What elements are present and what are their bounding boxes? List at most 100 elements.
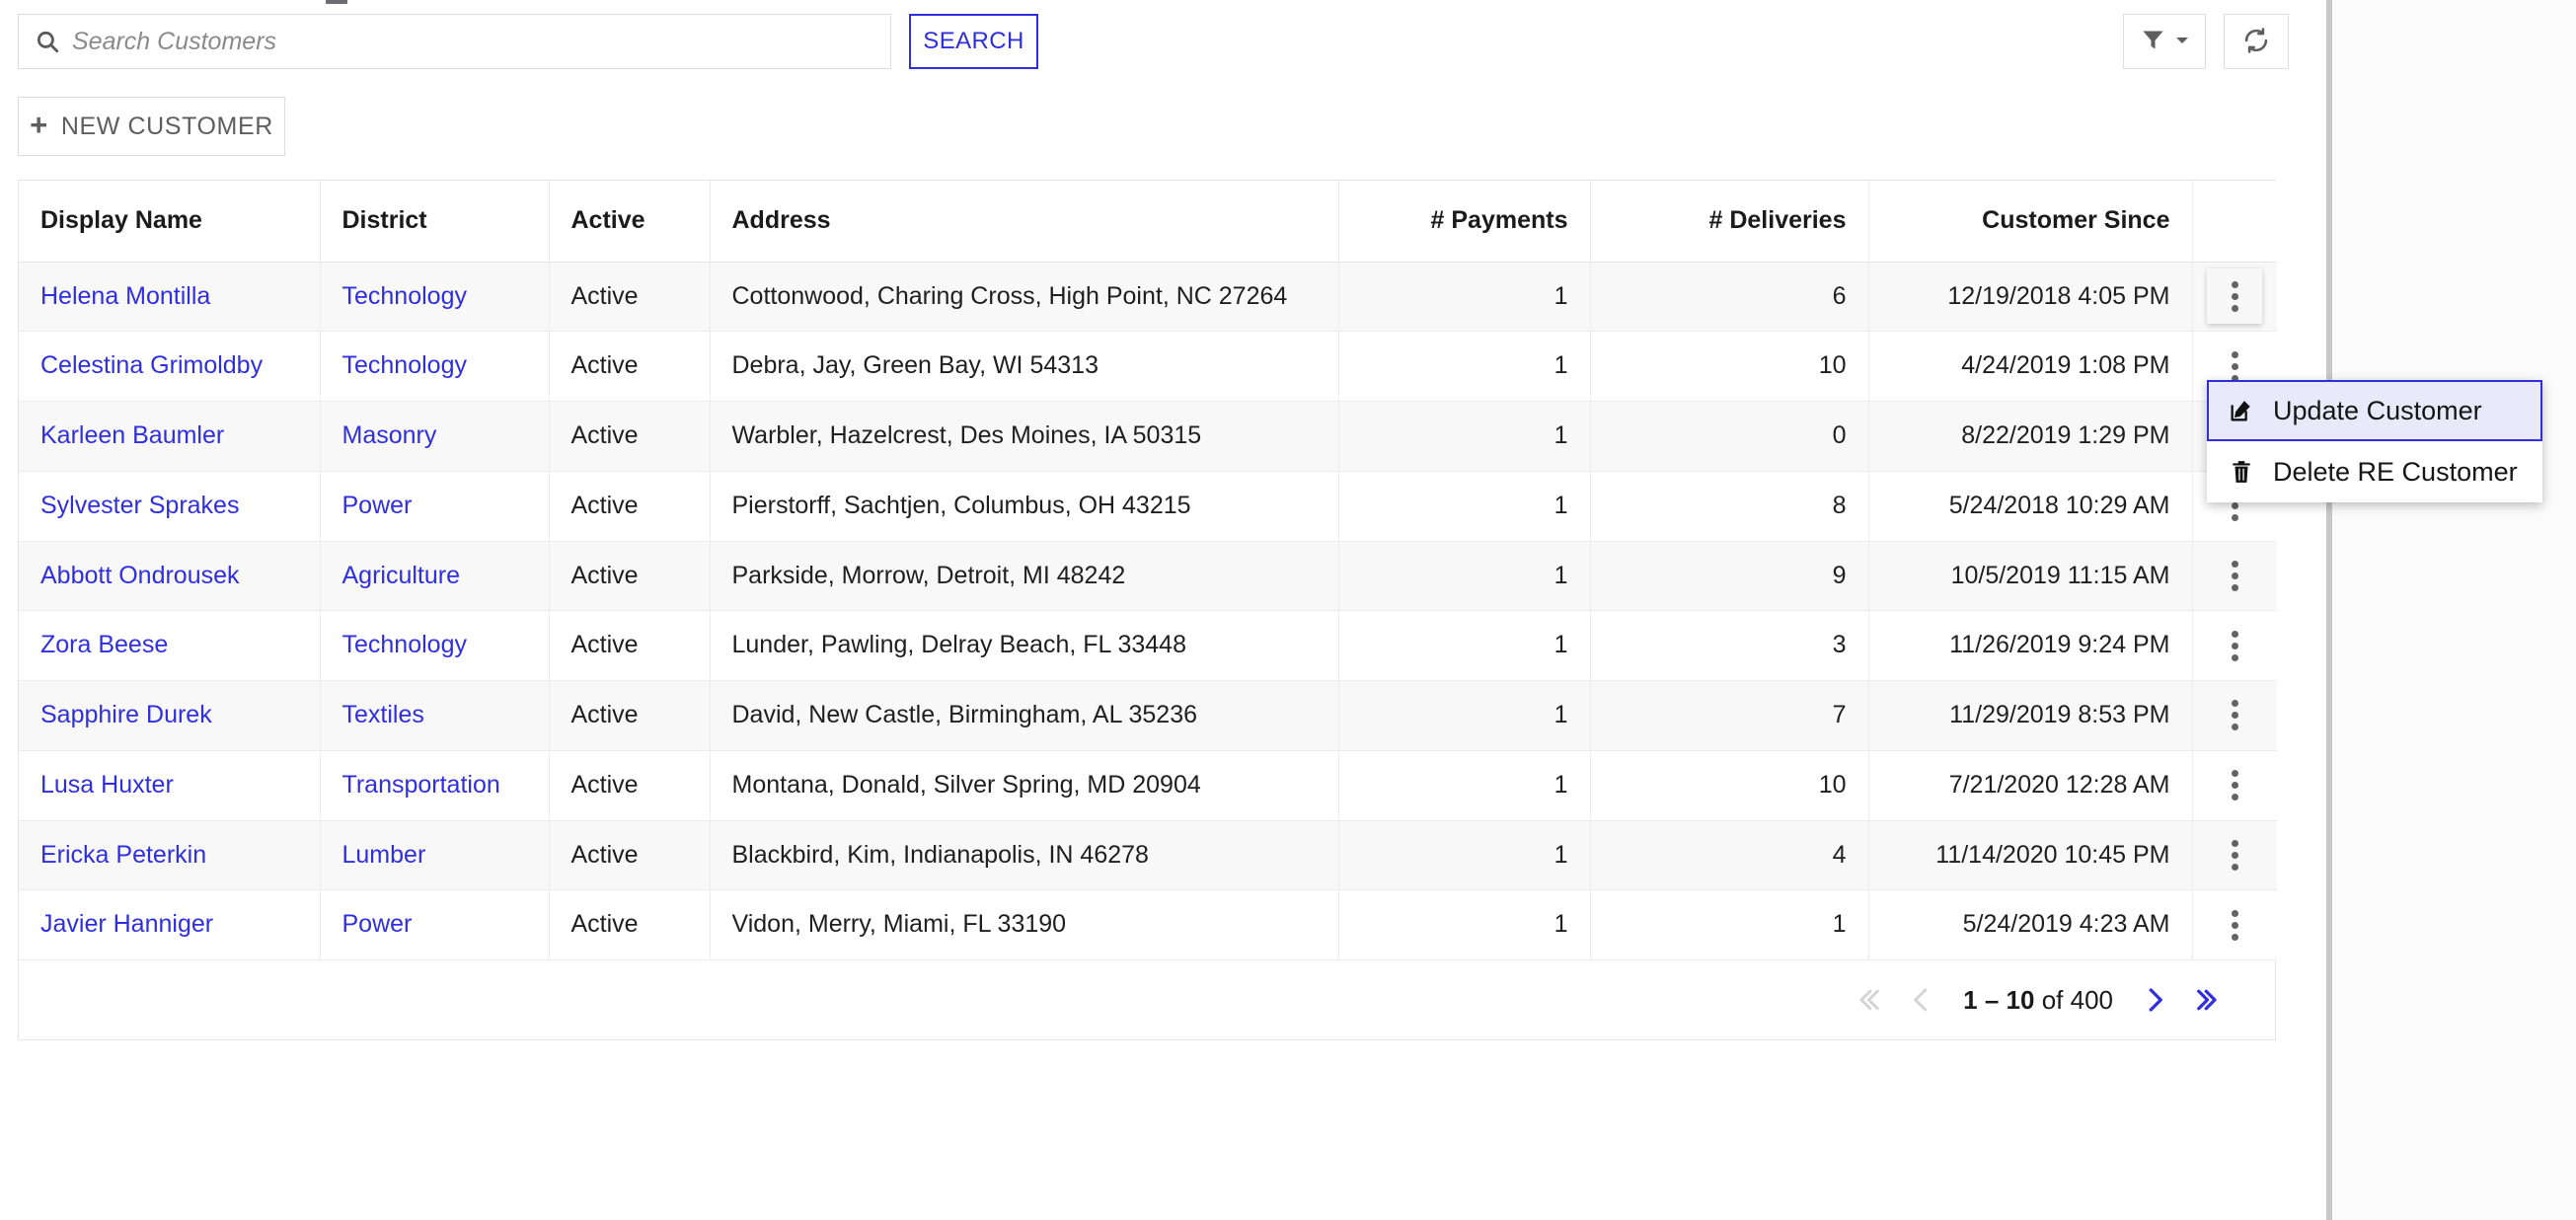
cell-deliveries: 6 [1590,262,1869,333]
district-link[interactable]: Technology [342,631,467,658]
customer-name-link[interactable]: Zora Beese [40,631,168,658]
page-range-label: 1 – 10 of 400 [1963,984,2113,1015]
row-menu-button[interactable] [2207,618,2262,673]
row-menu-button[interactable] [2207,827,2262,882]
filter-button[interactable] [2123,14,2206,69]
cell-district: Technology [320,610,550,681]
page-scrollbar-thumb[interactable] [2326,0,2332,1220]
cell-payments: 1 [1338,331,1591,402]
previous-page-button[interactable] [1894,972,1949,1028]
column-header-active[interactable]: Active [549,181,711,263]
column-header-district[interactable]: District [320,181,550,263]
cell-actions [2192,889,2277,960]
cell-active: Active [549,541,711,612]
edit-pencil-icon [2227,396,2256,425]
row-menu-button[interactable] [2207,758,2262,813]
customers-table: Display Name District Active Address # P… [19,181,2277,960]
chevron-down-icon [2174,33,2190,51]
cell-customer-since: 11/26/2019 9:24 PM [1868,610,2193,681]
cell-display-name: Helena Montilla [19,262,321,333]
menu-item-update-customer[interactable]: Update Customer [2207,380,2542,441]
customer-name-link[interactable]: Abbott Ondrousek [40,562,240,589]
customers-table-container: Display Name District Active Address # P… [18,180,2277,1040]
district-link[interactable]: Lumber [342,841,426,869]
cell-active: Active [549,889,711,960]
row-menu-button[interactable] [2207,688,2262,743]
district-link[interactable]: Textiles [342,701,424,728]
row-menu-button[interactable] [2207,897,2262,953]
customer-name-link[interactable]: Helena Montilla [40,282,210,310]
double-chevron-right-icon [2197,989,2217,1011]
district-link[interactable]: Transportation [342,771,500,799]
cell-display-name: Celestina Grimoldby [19,331,321,402]
district-link[interactable]: Agriculture [342,562,461,589]
kebab-dot [2231,350,2238,358]
kebab-dot [2231,794,2238,801]
cell-actions [2192,680,2277,751]
table-row[interactable]: Javier Hanniger Power Active Vidon, Merry, … [19,889,2277,960]
table-row[interactable]: Sylvester Sprakes Power Active Pierstorff, … [19,471,2277,542]
customer-name-link[interactable]: Ericka Peterkin [40,841,206,869]
cell-payments: 1 [1338,680,1591,751]
menu-item-delete-re-customer[interactable]: Delete RE Customer [2207,441,2542,502]
table-row[interactable]: Abbott Ondrousek Agriculture Active Parksid… [19,541,2277,612]
table-row[interactable]: Zora Beese Technology Active Lunder, Pawlin… [19,610,2277,681]
next-page-button[interactable] [2127,972,2182,1028]
cell-district: Agriculture [320,541,550,612]
cell-payments: 1 [1338,262,1591,333]
cell-deliveries: 1 [1590,889,1869,960]
cell-customer-since: 10/5/2019 11:15 AM [1868,541,2193,612]
paginator: 1 – 10 of 400 [19,960,2275,1039]
kebab-dot [2231,851,2238,859]
search-button[interactable]: SEARCH [909,14,1038,69]
search-input[interactable] [72,27,874,56]
first-page-button[interactable] [1839,972,1894,1028]
customer-name-link[interactable]: Javier Hanniger [40,910,213,938]
kebab-dot [2231,712,2238,720]
trash-icon [2227,457,2256,487]
row-menu-button[interactable] [2207,548,2262,603]
column-header-customer-since[interactable]: Customer Since [1868,181,2193,263]
cell-deliveries: 0 [1590,401,1869,472]
kebab-dot [2231,502,2238,510]
district-link[interactable]: Technology [342,351,467,379]
new-customer-button[interactable]: + NEW CUSTOMER [18,97,285,156]
search-field[interactable] [18,14,891,69]
kebab-dot [2231,921,2238,929]
customer-name-link[interactable]: Sapphire Durek [40,701,212,728]
customer-name-link[interactable]: Karleen Baumler [40,421,224,449]
table-row[interactable]: Ericka Peterkin Lumber Active Blackbird, Ki… [19,820,2277,891]
cell-district: Lumber [320,820,550,891]
column-header-address[interactable]: Address [710,181,1339,263]
district-link[interactable]: Technology [342,282,467,310]
kebab-dot [2231,933,2238,941]
kebab-dot [2231,700,2238,708]
customer-name-link[interactable]: Celestina Grimoldby [40,351,263,379]
cell-address: Cottonwood, Charing Cross, High Point, N… [710,262,1339,333]
column-header-display-name[interactable]: Display Name [19,181,321,263]
cell-active: Active [549,401,711,472]
column-header-payments[interactable]: # Payments [1338,181,1591,263]
customer-name-link[interactable]: Sylvester Sprakes [40,492,239,519]
cell-district: Textiles [320,680,550,751]
district-link[interactable]: Power [342,910,413,938]
table-row[interactable]: Helena Montilla Technology Active Cottonwoo… [19,262,2277,333]
last-page-button[interactable] [2182,972,2237,1028]
new-customer-row: + NEW CUSTOMER [18,97,2295,160]
filter-funnel-icon [2140,27,2166,56]
district-link[interactable]: Masonry [342,421,437,449]
table-row[interactable]: Celestina Grimoldby Technology Active Debra… [19,331,2277,402]
table-row[interactable]: Lusa Huxter Transportation Active Montana, … [19,750,2277,821]
cell-active: Active [549,262,711,333]
customer-name-link[interactable]: Lusa Huxter [40,771,174,799]
cell-actions [2192,750,2277,821]
column-header-deliveries[interactable]: # Deliveries [1590,181,1869,263]
table-row[interactable]: Karleen Baumler Masonry Active Warbler, Haz… [19,401,2277,472]
refresh-button[interactable] [2224,14,2289,69]
cell-payments: 1 [1338,541,1591,612]
table-row[interactable]: Sapphire Durek Textiles Active David, New C… [19,680,2277,751]
cell-deliveries: 10 [1590,750,1869,821]
row-menu-button[interactable] [2207,268,2263,325]
district-link[interactable]: Power [342,492,413,519]
cell-address: Vidon, Merry, Miami, FL 33190 [710,889,1339,960]
